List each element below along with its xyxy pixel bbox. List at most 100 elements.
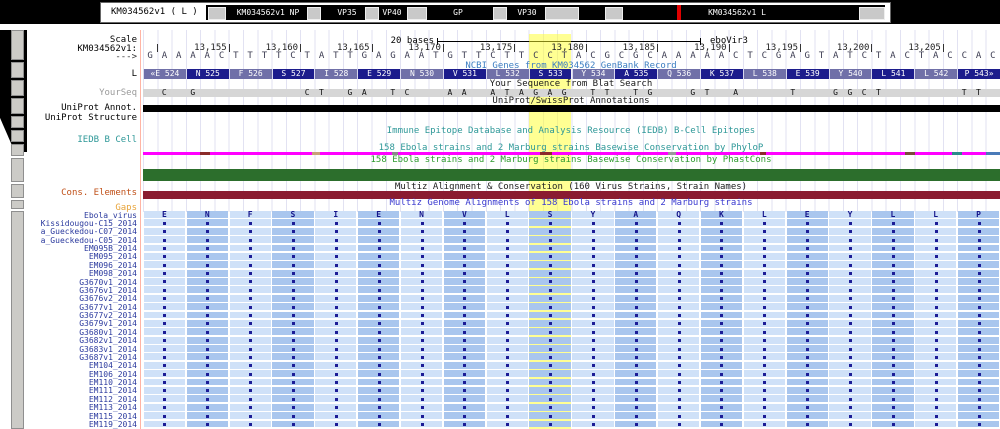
alignment-cell[interactable] [615,395,656,402]
alignment-cell[interactable] [444,328,485,335]
alignment-cell[interactable] [230,412,271,419]
alignment-cell[interactable]: S [529,211,570,218]
alignment-cell[interactable] [358,362,399,369]
alignment-cell[interactable] [144,337,185,344]
alignment-cell[interactable] [315,303,356,310]
alignment-cell[interactable] [272,421,313,428]
alignment-cell[interactable] [187,353,228,360]
alignment-cell[interactable] [315,353,356,360]
alignment-cell[interactable] [230,253,271,260]
alignment-cell[interactable] [872,278,913,285]
codon-cell[interactable]: L 538 [743,69,786,79]
alignment-cell[interactable] [872,345,913,352]
alignment-cell[interactable] [744,245,785,252]
alignment-cell[interactable] [230,219,271,226]
alignment-cell[interactable] [829,278,870,285]
gene-label[interactable]: VP30 [511,8,543,18]
alignment-cell[interactable] [744,370,785,377]
alignment-cell[interactable] [615,253,656,260]
alignment-cell[interactable] [358,312,399,319]
alignment-cell[interactable] [272,320,313,327]
alignment-cell[interactable] [272,362,313,369]
alignment-cell[interactable] [958,362,999,369]
alignment-cell[interactable] [444,421,485,428]
alignment-cell[interactable] [487,270,528,277]
alignment-cell[interactable] [787,278,828,285]
alignment-cell[interactable] [144,312,185,319]
alignment-cell[interactable] [444,236,485,243]
alignment-cell[interactable] [958,337,999,344]
alignment-cell[interactable] [701,404,742,411]
alignment-cell[interactable] [915,337,956,344]
alignment-cell[interactable] [829,286,870,293]
alignment-cell[interactable] [615,278,656,285]
codon-cell[interactable]: L 542 [914,69,957,79]
alignment-cell[interactable] [144,253,185,260]
alignment-cell[interactable] [872,286,913,293]
alignment-cell[interactable] [187,404,228,411]
alignment-cell[interactable] [444,404,485,411]
alignment-cell[interactable] [958,261,999,268]
alignment-cell[interactable] [187,219,228,226]
track-title[interactable]: Your Sequence from Blat Search [490,80,653,89]
alignment-cell[interactable] [958,270,999,277]
alignment-cell[interactable] [144,278,185,285]
alignment-cell[interactable] [272,236,313,243]
alignment-cell[interactable] [787,412,828,419]
alignment-cell[interactable] [401,245,442,252]
alignment-cell[interactable]: L [872,211,913,218]
alignment-cell[interactable] [529,278,570,285]
alignment-cell[interactable] [358,295,399,302]
alignment-cell[interactable] [572,278,613,285]
alignment-cell[interactable] [272,228,313,235]
alignment-cell[interactable] [572,328,613,335]
alignment-cell[interactable] [615,245,656,252]
alignment-cell[interactable] [872,353,913,360]
alignment-cell[interactable] [315,370,356,377]
alignment-cell[interactable] [444,387,485,394]
alignment-cell[interactable] [829,295,870,302]
alignment-cell[interactable] [187,320,228,327]
alignment-cell[interactable] [701,303,742,310]
alignment-cell[interactable] [444,228,485,235]
alignment-cell[interactable] [315,286,356,293]
alignment-cell[interactable]: E [787,211,828,218]
alignment-cell[interactable] [187,421,228,428]
alignment-cell[interactable] [915,421,956,428]
alignment-cell[interactable] [144,228,185,235]
alignment-cell[interactable] [487,219,528,226]
alignment-cell[interactable] [572,421,613,428]
alignment-cell[interactable] [272,379,313,386]
alignment-cell[interactable] [658,353,699,360]
alignment-cell[interactable] [444,219,485,226]
alignment-cell[interactable] [358,404,399,411]
alignment-cell[interactable] [358,353,399,360]
alignment-cell[interactable] [744,303,785,310]
alignment-cell[interactable] [958,387,999,394]
alignment-cell[interactable] [744,412,785,419]
alignment-cell[interactable] [872,379,913,386]
alignment-cell[interactable] [787,303,828,310]
alignment-cell[interactable] [401,370,442,377]
alignment-cell[interactable] [744,228,785,235]
alignment-cell[interactable] [401,278,442,285]
alignment-cell[interactable] [829,421,870,428]
alignment-cell[interactable] [315,345,356,352]
codon-cell[interactable]: K 537 [700,69,743,79]
alignment-cell[interactable] [358,370,399,377]
alignment-cell[interactable] [615,295,656,302]
alignment-cell[interactable] [529,303,570,310]
alignment-cell[interactable] [487,253,528,260]
alignment-cell[interactable] [529,253,570,260]
alignment-cell[interactable] [358,303,399,310]
alignment-cell[interactable] [315,387,356,394]
alignment-cell[interactable] [187,395,228,402]
alignment-cell[interactable] [487,412,528,419]
alignment-cell[interactable] [701,412,742,419]
alignment-cell[interactable]: Y [829,211,870,218]
alignment-cell[interactable] [444,412,485,419]
alignment-cell[interactable] [572,370,613,377]
alignment-cell[interactable] [401,270,442,277]
uniprot-annot-track[interactable] [143,105,1000,112]
alignment-cell[interactable] [444,395,485,402]
